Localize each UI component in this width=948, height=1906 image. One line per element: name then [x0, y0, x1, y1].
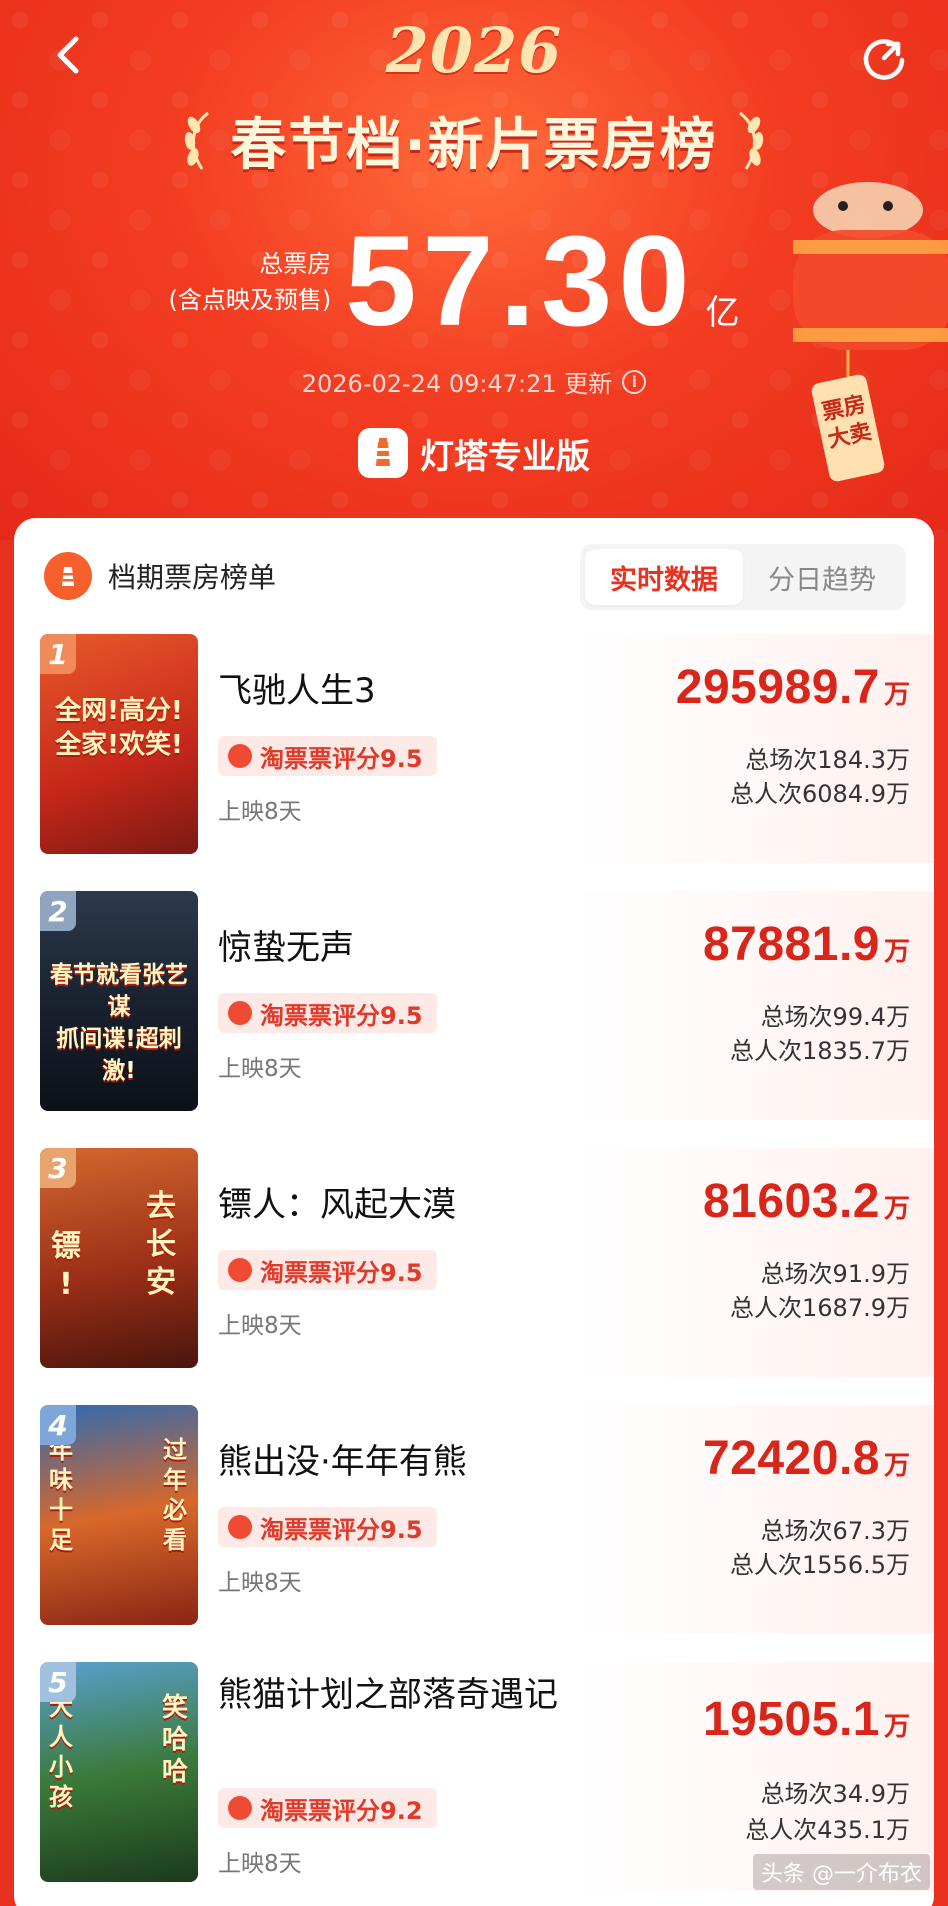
screenings: 总场次34.9万: [760, 1780, 910, 1808]
days-showing: 上映8天: [218, 1056, 302, 1082]
update-time: 2026-02-24 09:47:21 更新: [301, 370, 613, 398]
box-office: 72420.8 万: [703, 1431, 910, 1486]
screenings: 总场次99.4万: [760, 1003, 910, 1031]
admissions: 总人次1835.7万: [730, 1037, 910, 1065]
title-row: 春节档·新片票房榜: [0, 100, 948, 181]
card-title: 档期票房榜单: [108, 561, 277, 594]
rating-badge: 淘票票评分9.5: [218, 736, 437, 776]
admissions: 总人次6084.9万: [730, 780, 910, 808]
movie-title[interactable]: 熊猫计划之部落奇遇记: [218, 1670, 578, 1720]
box-office: 295989.7 万: [676, 660, 910, 715]
admissions: 总人次435.1万: [745, 1816, 910, 1844]
tab-daily-trend[interactable]: 分日趋势: [743, 549, 901, 605]
box-office-unit: 万: [883, 680, 910, 710]
box-office: 19505.1 万: [703, 1692, 910, 1747]
tab-realtime[interactable]: 实时数据: [585, 549, 743, 605]
taopiaopiao-icon: [228, 1796, 252, 1820]
box-office-value: 295989.7: [675, 661, 880, 714]
movie-poster[interactable]: 大人小孩 笑哈哈 5: [40, 1662, 198, 1882]
year-label: 2026: [385, 14, 563, 87]
watermark: 头条 @一介布衣: [753, 1854, 930, 1890]
taopiaopiao-icon: [228, 1258, 252, 1282]
laurel-right-icon: [738, 111, 763, 170]
rating-text: 淘票票评分9.5: [260, 1515, 423, 1544]
rating-badge: 淘票票评分9.5: [218, 993, 437, 1033]
box-office-unit: 万: [883, 1451, 910, 1481]
box-office-unit: 万: [883, 1712, 910, 1742]
rating-text: 淘票票评分9.5: [260, 744, 423, 773]
movie-row[interactable]: 年味十足 过年必看 4 熊出没·年年有熊 淘票票评分9.5 上映8天 72420…: [14, 1405, 934, 1662]
box-office: 87881.9 万: [703, 917, 910, 972]
screenings: 总场次67.3万: [760, 1517, 910, 1545]
movie-list: 全网!高分! 全家!欢笑! 1 飞驰人生3 淘票票评分9.5 上映8天 29598…: [14, 634, 934, 1906]
days-showing: 上映8天: [218, 799, 302, 825]
movie-title[interactable]: 惊蛰无声: [218, 923, 578, 973]
rating-badge: 淘票票评分9.5: [218, 1250, 437, 1290]
admissions: 总人次1687.9万: [730, 1294, 910, 1322]
movie-poster[interactable]: 春节就看张艺谋 抓间谍!超刺激! 2: [40, 891, 198, 1111]
box-office-unit: 万: [883, 937, 910, 967]
movie-poster[interactable]: 去长安 镖! 3: [40, 1148, 198, 1368]
box-office-unit: 万: [883, 1194, 910, 1224]
box-office-value: 19505.1: [702, 1693, 880, 1746]
laurel-left-icon: [185, 111, 210, 170]
rank-badge: 2: [40, 891, 76, 931]
days-showing: 上映8天: [218, 1313, 302, 1339]
movie-title[interactable]: 飞驰人生3: [218, 666, 578, 716]
lighthouse-icon: [44, 552, 92, 600]
taopiaopiao-icon: [228, 1001, 252, 1025]
total-label: 总票房 (含点映及预售): [168, 246, 331, 318]
total-label-line2: (含点映及预售): [168, 286, 332, 314]
lighthouse-logo-icon: [358, 428, 408, 478]
taopiaopiao-icon: [228, 744, 252, 768]
rank-badge: 5: [40, 1662, 76, 1702]
total-label-line1: 总票房: [259, 250, 332, 278]
screenings: 总场次91.9万: [760, 1260, 910, 1288]
movie-title[interactable]: 熊出没·年年有熊: [218, 1437, 578, 1487]
days-showing: 上映8天: [218, 1851, 302, 1877]
days-showing: 上映8天: [218, 1570, 302, 1596]
box-office-value: 87881.9: [702, 918, 880, 971]
tab-switcher: 实时数据 分日趋势: [580, 544, 906, 610]
rating-text: 淘票票评分9.5: [260, 1258, 423, 1287]
rating-badge: 淘票票评分9.5: [218, 1507, 437, 1547]
rank-badge: 1: [40, 634, 76, 674]
rank-badge: 4: [40, 1405, 76, 1445]
admissions: 总人次1556.5万: [730, 1551, 910, 1579]
ranking-card: 档期票房榜单 实时数据 分日趋势 全网!高分! 全家!欢笑! 1 飞驰人生3 淘票…: [14, 518, 934, 1906]
box-office: 81603.2 万: [703, 1174, 910, 1229]
movie-row[interactable]: 去长安 镖! 3 镖人：风起大漠 淘票票评分9.5 上映8天 81603.2 万…: [14, 1148, 934, 1405]
card-header: 档期票房榜单 实时数据 分日趋势: [14, 518, 934, 634]
page-title: 春节档·新片票房榜: [230, 113, 718, 178]
lantern-decoration-icon: 票房大卖: [793, 182, 948, 482]
movie-row[interactable]: 春节就看张艺谋 抓间谍!超刺激! 2 惊蛰无声 淘票票评分9.5 上映8天 878…: [14, 891, 934, 1148]
box-office-value: 81603.2: [702, 1175, 880, 1228]
rating-text: 淘票票评分9.5: [260, 1001, 423, 1030]
movie-poster[interactable]: 全网!高分! 全家!欢笑! 1: [40, 634, 198, 854]
total-value: 57.30: [345, 210, 696, 353]
movie-title[interactable]: 镖人：风起大漠: [218, 1180, 578, 1230]
box-office-value: 72420.8: [702, 1432, 880, 1485]
info-icon[interactable]: i: [622, 369, 647, 394]
rating-text: 淘票票评分9.2: [260, 1796, 423, 1825]
movie-row[interactable]: 全网!高分! 全家!欢笑! 1 飞驰人生3 淘票票评分9.5 上映8天 29598…: [14, 634, 934, 891]
taopiaopiao-icon: [228, 1515, 252, 1539]
brand-name: 灯塔专业版: [420, 436, 590, 477]
total-unit: 亿: [705, 293, 740, 333]
hero-header: 2026 春节档·新片票房榜 总票房 (含点映及预售) 57.30 亿 2026…: [0, 0, 948, 540]
rating-badge: 淘票票评分9.2: [218, 1788, 437, 1828]
screenings: 总场次184.3万: [745, 746, 910, 774]
movie-poster[interactable]: 年味十足 过年必看 4: [40, 1405, 198, 1625]
rank-badge: 3: [40, 1148, 76, 1188]
